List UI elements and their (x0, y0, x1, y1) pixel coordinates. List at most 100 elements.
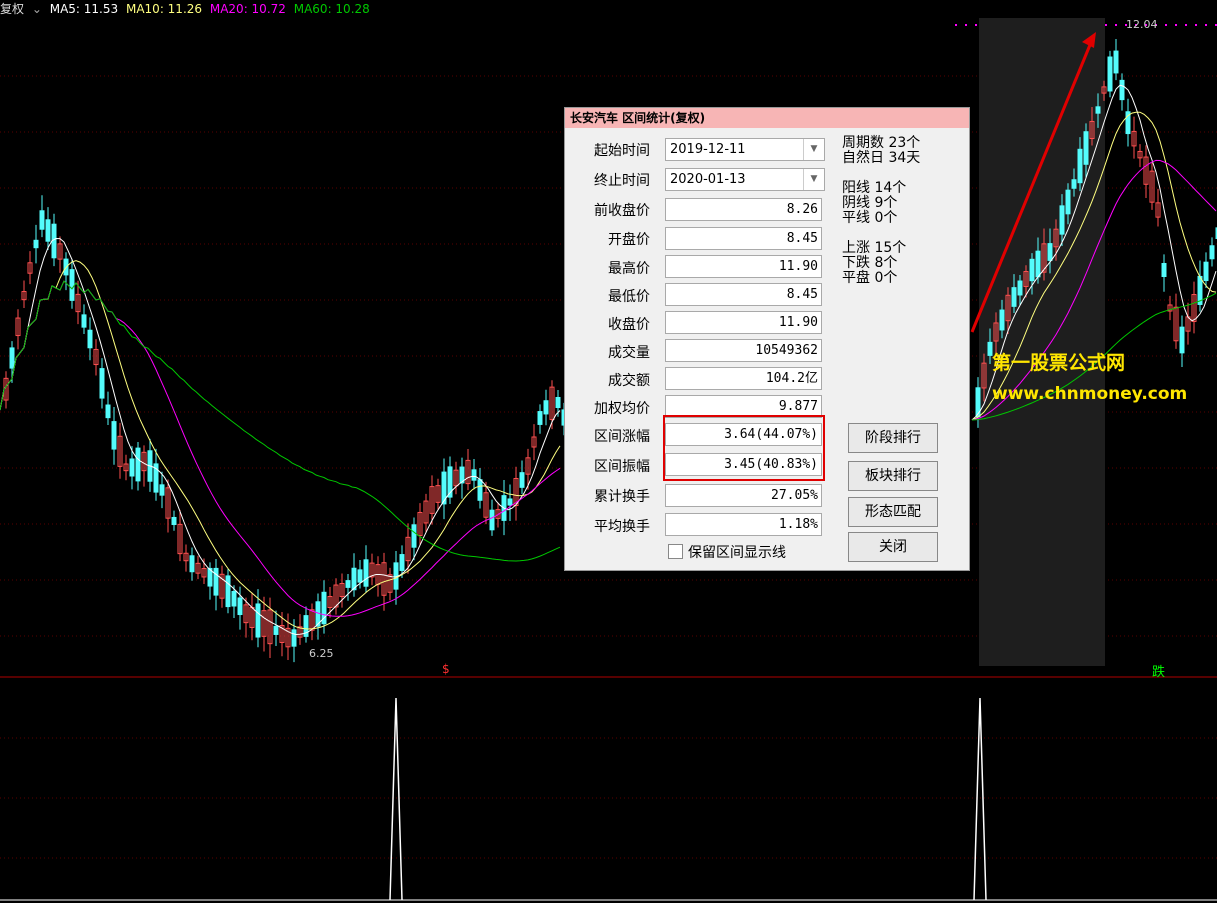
candle-body (471, 469, 477, 481)
candle-body (225, 575, 231, 608)
candle-body (345, 580, 351, 588)
stage-rank-button[interactable]: 阶段排行 (848, 423, 938, 453)
volume-label: 成交量 (608, 345, 650, 361)
candle-body (45, 219, 51, 242)
candle-body (237, 597, 243, 616)
candle-body (1113, 50, 1119, 74)
candle-body (291, 629, 297, 647)
close-button[interactable]: 关闭 (848, 532, 938, 562)
candle-body (9, 347, 15, 369)
candle-body (1011, 287, 1017, 307)
watermark-title: 第一股票公式网 (992, 352, 1126, 374)
interval-highlight (979, 18, 1105, 666)
candle-body (519, 472, 525, 488)
candle-body (1107, 56, 1113, 92)
sector-rank-button[interactable]: 板块排行 (848, 461, 938, 491)
candle-body (1119, 79, 1125, 101)
candle-body (1203, 261, 1209, 282)
candle-body (111, 421, 117, 450)
amount-value: 104.2亿 (665, 367, 822, 390)
swing-label: 区间振幅 (594, 459, 650, 475)
stat-yang: 阳线 14个 (842, 180, 907, 196)
stat-periods: 周期数 23个 (842, 135, 921, 151)
signal-marker-left: $ (442, 662, 450, 676)
candle-body (1083, 131, 1089, 165)
prev-close-label: 前收盘价 (594, 203, 650, 219)
pattern-match-button[interactable]: 形态匹配 (848, 497, 938, 527)
candle-body (1095, 106, 1101, 114)
ma-legend-bar: 复权 ⌄ MA5: 11.53 MA10: 11.26 MA20: 10.72 … (0, 0, 374, 18)
dialog-title[interactable]: 长安汽车 区间统计(复权) (565, 108, 969, 128)
chevron-down-icon[interactable]: ▼ (803, 169, 824, 190)
candle-body (1077, 148, 1083, 184)
high-value: 11.90 (665, 255, 822, 278)
end-time-select[interactable]: 2020-01-13 ▼ (665, 168, 825, 191)
adjust-mode[interactable]: 复权 (0, 2, 24, 16)
candle-body (1179, 326, 1185, 354)
stat-flat-count: 平盘 0个 (842, 270, 898, 286)
candle-body (129, 458, 135, 477)
candle-body (363, 559, 369, 587)
interval-stats-dialog: 长安汽车 区间统计(复权) 起始时间 2019-12-11 ▼ 终止时间 2020… (564, 107, 970, 571)
candle-body (537, 411, 543, 425)
candle-body (33, 239, 39, 249)
start-time-select[interactable]: 2019-12-11 ▼ (665, 138, 825, 161)
candle-body (39, 210, 45, 230)
watermark-url: www.chnmoney.com (992, 384, 1188, 404)
rise-label: 区间涨幅 (594, 429, 650, 445)
candle-body (1065, 189, 1071, 215)
candle-body (81, 314, 87, 328)
candle-body (1047, 243, 1053, 261)
candle-body (1071, 179, 1077, 189)
candle-body (555, 396, 561, 409)
stat-flat-line: 平线 0个 (842, 210, 898, 226)
low-value: 8.45 (665, 283, 822, 306)
candle-body (1029, 258, 1035, 282)
ma60-value: MA60: 10.28 (293, 2, 370, 16)
high-label: 最高价 (608, 261, 650, 277)
candle-body (87, 329, 93, 349)
candle-body (135, 447, 141, 482)
candle-body (1209, 245, 1215, 260)
candle-body (399, 554, 405, 571)
candle-body (1161, 263, 1167, 277)
prev-close-value: 8.26 (665, 198, 822, 221)
candle-body (51, 223, 57, 259)
candle-body (1017, 280, 1023, 296)
candle-body (255, 603, 261, 638)
cum-turnover-value: 27.05% (665, 484, 822, 507)
candle-body (1059, 205, 1065, 235)
stat-down-count: 下跌 8个 (842, 255, 898, 271)
keep-interval-label[interactable]: 保留区间显示线 (688, 542, 786, 562)
candle-body (231, 590, 237, 607)
low-price-label: 6.25 (309, 647, 334, 660)
candle-body (159, 484, 165, 496)
volume-value: 10549362 (665, 339, 822, 362)
candle-body (99, 368, 105, 399)
start-time-label: 起始时间 (594, 143, 650, 159)
stat-yin: 阴线 9个 (842, 195, 898, 211)
candle-body (189, 555, 195, 573)
close-label: 收盘价 (608, 317, 650, 333)
open-value: 8.45 (665, 227, 822, 250)
start-time-value: 2019-12-11 (670, 142, 746, 157)
candle-body (213, 567, 219, 596)
highlight-box (663, 415, 825, 481)
stat-natural-days: 自然日 34天 (842, 150, 921, 166)
open-label: 开盘价 (608, 232, 650, 248)
candle-body (489, 509, 495, 531)
end-time-value: 2020-01-13 (670, 172, 746, 187)
chevron-down-icon[interactable]: ▼ (803, 139, 824, 160)
candle-body (171, 516, 177, 526)
avg-turnover-value: 1.18% (665, 513, 822, 536)
low-label: 最低价 (608, 289, 650, 305)
keep-interval-checkbox[interactable] (668, 544, 683, 559)
candle-body (105, 404, 111, 419)
stat-up-count: 上涨 15个 (842, 240, 907, 256)
avg-turnover-label: 平均换手 (594, 519, 650, 535)
end-time-label: 终止时间 (594, 173, 650, 189)
candle-body (477, 479, 483, 501)
chevron-down-icon[interactable]: ⌄ (32, 2, 42, 16)
high-price-label: 12.04 (1126, 18, 1158, 31)
candle-body (69, 269, 75, 301)
